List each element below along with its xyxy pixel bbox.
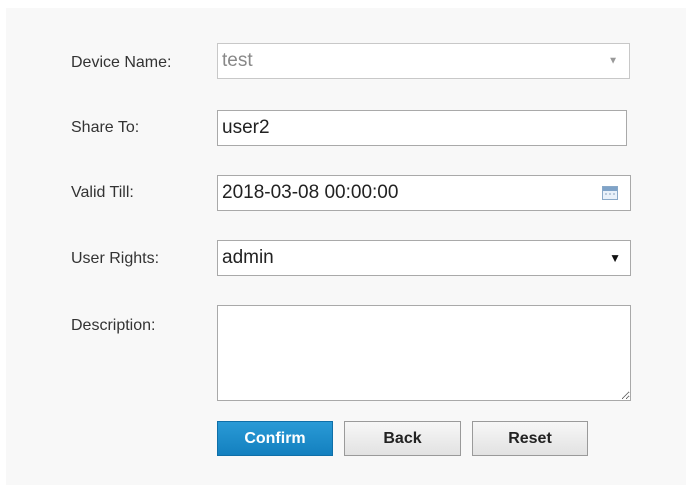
back-button[interactable]: Back xyxy=(344,421,461,456)
description-textarea[interactable] xyxy=(217,305,631,401)
reset-button[interactable]: Reset xyxy=(472,421,588,456)
user-rights-label: User Rights: xyxy=(71,250,160,267)
chevron-down-icon: ▼ xyxy=(609,251,621,265)
device-name-value: test xyxy=(222,50,253,71)
description-label: Description: xyxy=(71,317,156,334)
share-to-input[interactable]: user2 xyxy=(217,110,627,146)
device-name-select: test ▼ xyxy=(217,43,630,79)
valid-till-value: 2018-03-08 00:00:00 xyxy=(222,182,399,203)
confirm-button[interactable]: Confirm xyxy=(217,421,333,456)
user-rights-value: admin xyxy=(222,247,274,268)
valid-till-label: Valid Till: xyxy=(71,184,134,201)
chevron-down-icon: ▼ xyxy=(608,55,618,67)
device-name-label: Device Name: xyxy=(71,54,172,71)
share-to-value: user2 xyxy=(222,117,270,138)
calendar-icon[interactable] xyxy=(602,186,618,200)
share-to-label: Share To: xyxy=(71,119,140,136)
user-rights-select[interactable]: admin ▼ xyxy=(217,240,631,276)
valid-till-input[interactable]: 2018-03-08 00:00:00 xyxy=(217,175,631,211)
